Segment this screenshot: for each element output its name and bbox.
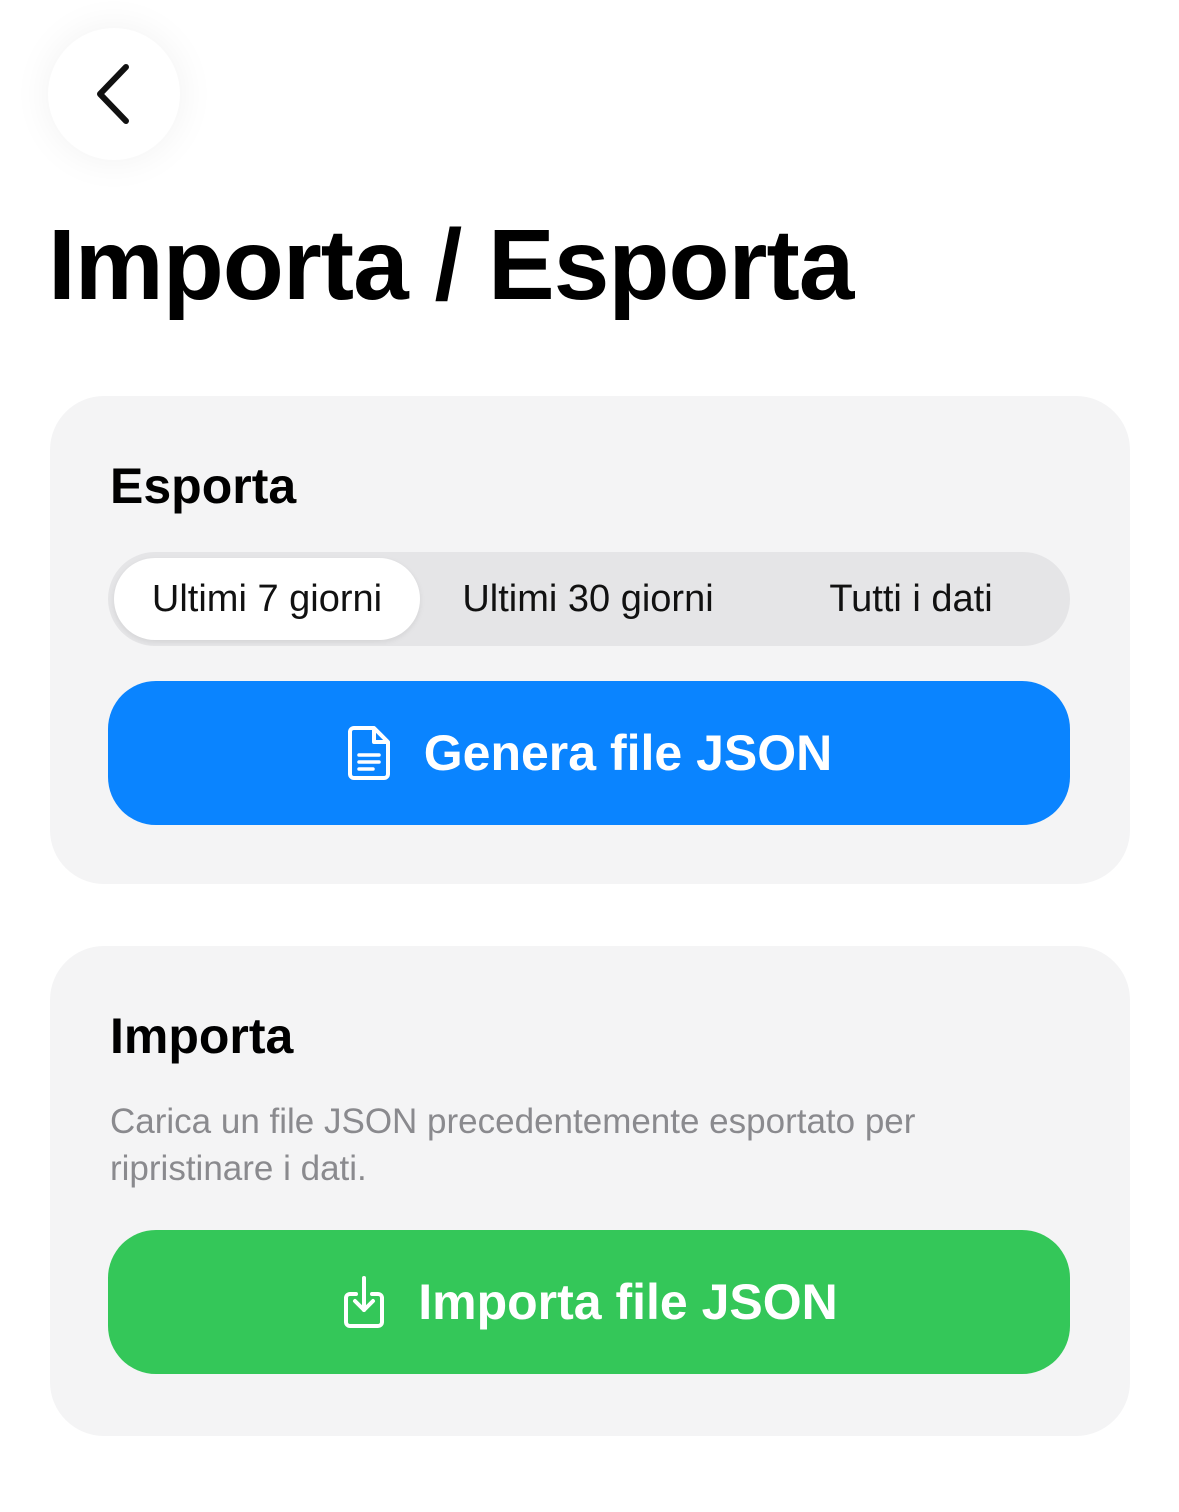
page-title: Importa / Esporta [48,209,854,321]
generate-json-label: Genera file JSON [423,725,833,781]
import-json-label: Importa file JSON [418,1274,838,1330]
import-tray-icon [344,1276,385,1328]
back-button[interactable] [48,28,180,160]
document-icon [347,726,390,780]
import-title: Importa [110,1008,294,1064]
import-card: Importa Carica un file JSON precedenteme… [50,946,1130,1436]
export-title: Esporta [110,458,297,514]
import-description: Carica un file JSON precedentemente espo… [110,1102,916,1188]
segment-last-7-days[interactable]: Ultimi 7 giorni [114,558,420,640]
segment-all-data[interactable]: Tutti i dati [758,558,1064,640]
chevron-left-icon [97,64,129,124]
import-json-button[interactable]: Importa file JSON [108,1230,1070,1374]
segment-last-30-days[interactable]: Ultimi 30 giorni [426,558,750,640]
date-range-segmented-control: Ultimi 7 giorni Ultimi 30 giorni Tutti i… [108,552,1070,646]
export-card: Esporta Ultimi 7 giorni Ultimi 30 giorni… [50,396,1130,884]
generate-json-button[interactable]: Genera file JSON [108,681,1070,825]
